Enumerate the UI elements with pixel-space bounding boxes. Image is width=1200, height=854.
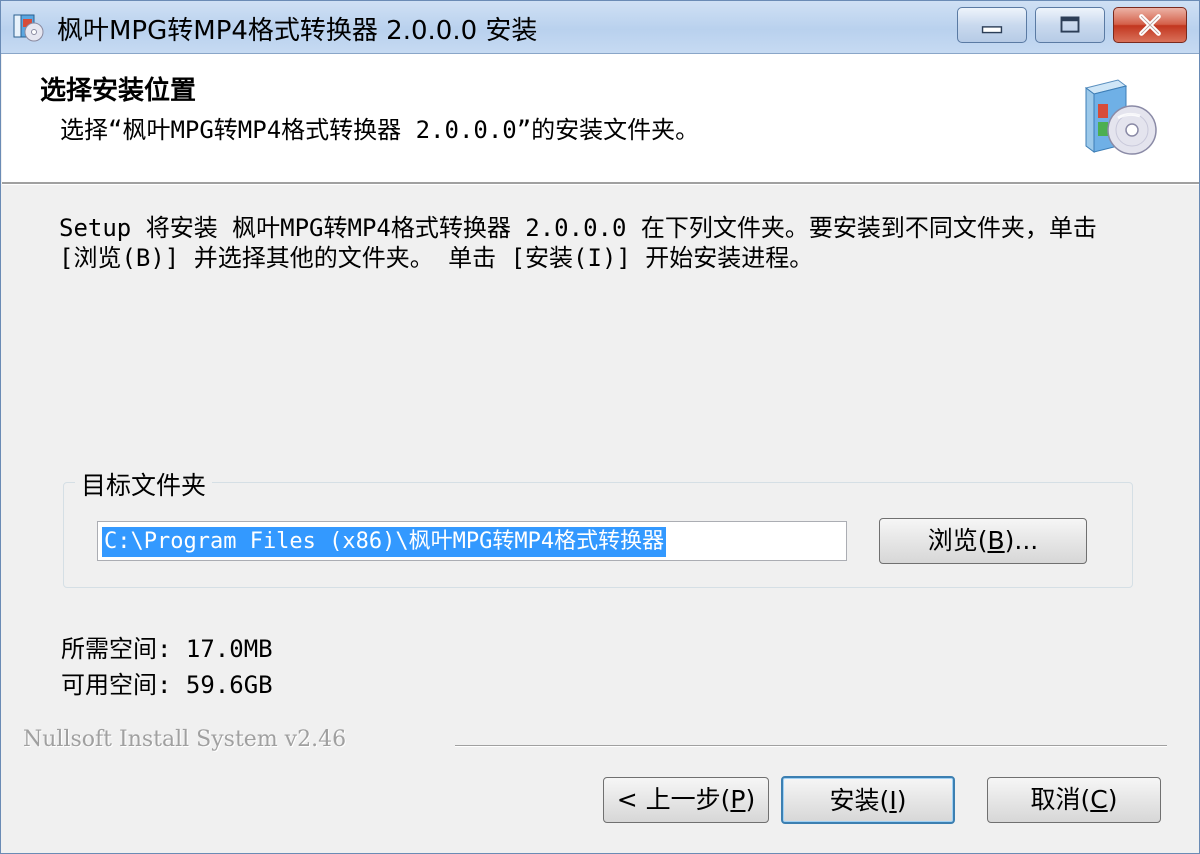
page-subtitle: 选择“枫叶MPG转MP4格式转换器 2.0.0.0”的安装文件夹。 (60, 116, 700, 144)
back-label-post: ) (745, 785, 756, 814)
install-label-pre: 安装( (829, 786, 890, 815)
branding-divider (455, 745, 1167, 747)
page-title: 选择安装位置 (40, 76, 197, 106)
cancel-label-post: ) (1107, 785, 1118, 814)
cancel-label-pre: 取消( (1030, 785, 1091, 814)
installer-window: 枫叶MPG转MP4格式转换器 2.0.0.0 安装 选择安装位置 选择“枫叶MP… (0, 0, 1200, 854)
software-box-cd-icon (1084, 79, 1157, 155)
nsis-branding: Nullsoft Install System v2.46 (23, 727, 347, 752)
browse-label-pre: 浏览( (927, 526, 988, 555)
minimize-button[interactable] (957, 7, 1027, 43)
title-bar[interactable]: 枫叶MPG转MP4格式转换器 2.0.0.0 安装 (1, 1, 1199, 54)
back-accel-key: P (730, 785, 746, 814)
maximize-icon (1060, 16, 1080, 33)
back-label-pre: < 上一步( (616, 785, 731, 814)
space-available: 可用空间: 59.6GB (61, 671, 273, 699)
cancel-accel-key: C (1090, 785, 1108, 814)
maximize-button[interactable] (1035, 7, 1105, 43)
minimize-icon (981, 26, 1003, 34)
close-icon (1139, 14, 1161, 36)
install-button[interactable]: 安装(I) (781, 776, 955, 824)
install-accel-key: I (889, 786, 897, 815)
browse-button[interactable]: 浏览(B)... (879, 518, 1087, 564)
close-button[interactable] (1113, 7, 1187, 43)
destination-folder-label: 目标文件夹 (75, 466, 213, 502)
space-required: 所需空间: 17.0MB (61, 635, 273, 663)
destination-path-input[interactable]: C:\Program Files (x86)\枫叶MPG转MP4格式转换器 (97, 521, 847, 561)
back-button[interactable]: < 上一步(P) (603, 777, 769, 823)
browse-accel-key: B (987, 526, 1005, 555)
instructions-text: Setup 将安装 枫叶MPG转MP4格式转换器 2.0.0.0 在下列文件夹。… (59, 214, 1097, 272)
header-panel: 选择安装位置 选择“枫叶MPG转MP4格式转换器 2.0.0.0”的安装文件夹。 (2, 54, 1199, 184)
window-title: 枫叶MPG转MP4格式转换器 2.0.0.0 安装 (57, 16, 538, 46)
cancel-button[interactable]: 取消(C) (987, 777, 1161, 823)
installer-app-icon (13, 14, 44, 42)
browse-label-post: )... (1004, 526, 1039, 555)
install-label-post: ) (896, 786, 907, 815)
destination-path-value: C:\Program Files (x86)\枫叶MPG转MP4格式转换器 (102, 527, 667, 557)
